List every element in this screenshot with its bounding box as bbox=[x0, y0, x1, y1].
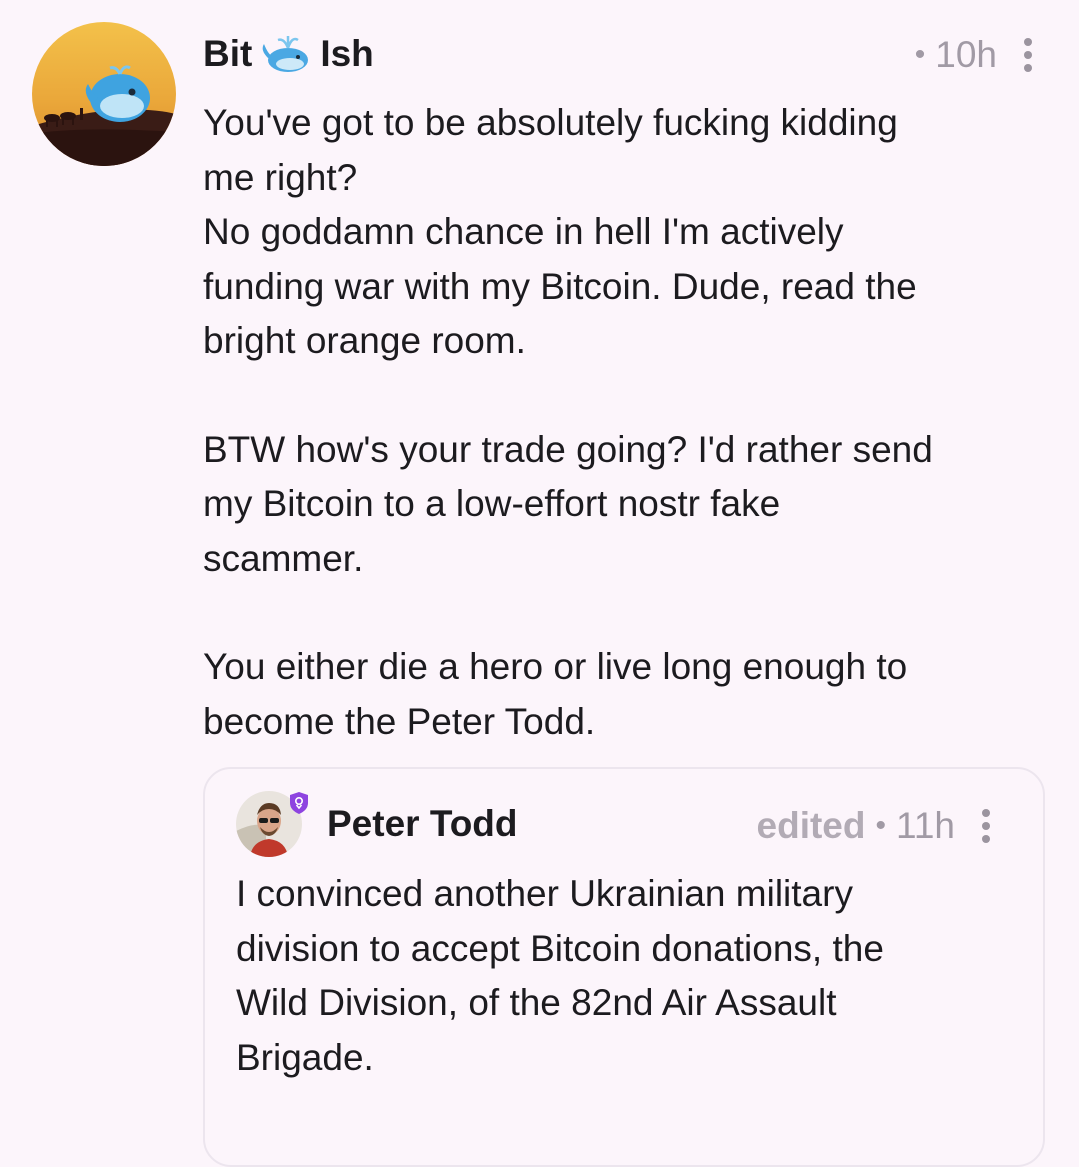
verified-badge-icon bbox=[288, 791, 310, 815]
post-paragraph-2: BTW how's your trade going? I'd rather s… bbox=[203, 428, 933, 579]
post-paragraph-1: You've got to be absolutely fucking kidd… bbox=[203, 102, 917, 361]
edited-label: edited bbox=[756, 805, 866, 846]
author-name-part1: Bit bbox=[203, 33, 253, 74]
meta-dot: • bbox=[914, 38, 926, 71]
post-meta: • 10h bbox=[915, 34, 1033, 76]
post-paragraph-3: You either die a hero or live long enoug… bbox=[203, 646, 908, 742]
quoted-post-time[interactable]: 11h bbox=[896, 805, 955, 847]
quoted-post-meta: edited • 11h bbox=[757, 805, 991, 847]
quoted-author-avatar[interactable] bbox=[236, 791, 308, 861]
whale-emoji-icon bbox=[260, 32, 312, 76]
post-time[interactable]: 10h bbox=[935, 34, 997, 76]
quoted-note-card[interactable]: Peter Todd edited • 11h I convinced anot… bbox=[203, 767, 1045, 1167]
quoted-author-name[interactable]: Peter Todd bbox=[327, 803, 518, 845]
more-vertical-icon[interactable] bbox=[1023, 38, 1033, 72]
whale-sunset-avatar-image bbox=[32, 22, 176, 166]
quoted-post-content: I convinced another Ukrainian military d… bbox=[236, 867, 1006, 1085]
author-avatar[interactable] bbox=[32, 22, 176, 166]
more-vertical-icon[interactable] bbox=[981, 809, 991, 843]
post-header: Bit Ish • 10h bbox=[203, 28, 1033, 80]
meta-dot: • bbox=[875, 809, 886, 842]
quoted-post-text: I convinced another Ukrainian military d… bbox=[236, 873, 884, 1078]
post-content: You've got to be absolutely fucking kidd… bbox=[203, 96, 1033, 749]
author-name-part2: Ish bbox=[320, 33, 374, 74]
note-card[interactable]: Bit Ish • 10h You've got to be absolutel… bbox=[0, 0, 1079, 1167]
author-name[interactable]: Bit Ish bbox=[203, 32, 374, 76]
